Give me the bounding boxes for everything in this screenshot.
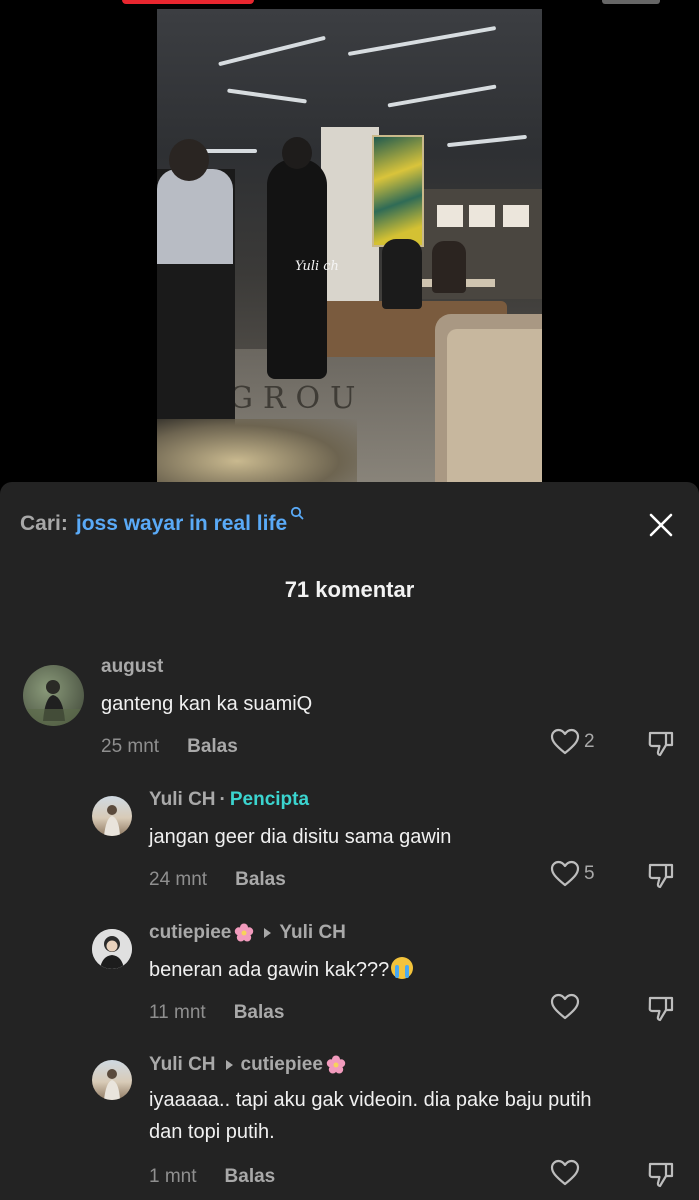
dislike-icon[interactable] bbox=[646, 728, 676, 758]
menu-board bbox=[469, 205, 495, 227]
comment-text-line: dan topi putih. bbox=[149, 1121, 275, 1143]
ceiling-light bbox=[387, 84, 497, 108]
reply-arrow-icon bbox=[264, 928, 272, 938]
reply-button[interactable]: Balas bbox=[234, 1002, 285, 1024]
comment-time: 25 mnt bbox=[101, 736, 160, 757]
reply-to-username[interactable]: Yuli CH bbox=[279, 922, 346, 944]
comment-meta: 24 mnt Balas bbox=[149, 869, 286, 891]
flower-emoji bbox=[326, 1055, 346, 1074]
comment-username-row: Yuli CH cutiepiee bbox=[149, 1054, 346, 1076]
comment-reply-item: Yuli CH cutiepiee iyaaaaa.. tapi aku gak… bbox=[0, 1052, 699, 1200]
comment-item: august ganteng kan ka suamiQ 25 mnt Bala… bbox=[0, 654, 699, 774]
foreground-food bbox=[157, 419, 357, 489]
heart-icon bbox=[550, 728, 580, 755]
flower-emoji bbox=[235, 923, 254, 942]
comment-reply-item: Yuli CH · Pencipta jangan geer dia disit… bbox=[0, 787, 699, 912]
avatar-figure-icon bbox=[104, 805, 120, 836]
comment-text: jangan geer dia disitu sama gawin bbox=[149, 826, 452, 848]
comments-sheet: Cari: joss wayar in real life 71 komenta… bbox=[0, 482, 699, 1200]
avatar[interactable] bbox=[92, 796, 132, 836]
video-frame[interactable]: GROU Yuli ch bbox=[157, 9, 542, 489]
dislike-icon[interactable] bbox=[646, 993, 676, 1023]
floor-text: GROU bbox=[229, 381, 366, 416]
comment-text: beneran ada gawin kak??? bbox=[149, 959, 390, 981]
separator-dot: · bbox=[219, 789, 226, 810]
comment-time: 24 mnt bbox=[149, 869, 208, 890]
like-button[interactable] bbox=[550, 1159, 580, 1187]
menu-board bbox=[437, 205, 463, 227]
like-count: 5 bbox=[584, 863, 595, 884]
like-button[interactable]: 5 bbox=[550, 860, 595, 888]
foreground-person-shirt bbox=[157, 169, 233, 264]
heart-icon bbox=[550, 993, 580, 1020]
avatar-figure-icon bbox=[104, 1069, 120, 1100]
comment-username[interactable]: Yuli CH bbox=[149, 1054, 216, 1076]
comment-reply-item: cutiepiee Yuli CH beneran ada gawin kak?… bbox=[0, 920, 699, 1045]
search-suggestion[interactable]: Cari: joss wayar in real life bbox=[20, 506, 304, 536]
comment-time: 1 mnt bbox=[149, 1166, 197, 1187]
creator-badge: Pencipta bbox=[229, 789, 310, 810]
comment-meta: 1 mnt Balas bbox=[149, 1166, 275, 1188]
comment-username-row: Yuli CH · Pencipta bbox=[149, 789, 309, 811]
comment-time: 11 mnt bbox=[149, 1002, 206, 1023]
video-area[interactable]: GROU Yuli ch bbox=[0, 0, 699, 500]
heart-icon bbox=[550, 1159, 580, 1186]
comment-meta: 11 mnt Balas bbox=[149, 1002, 284, 1024]
avatar-figure-icon bbox=[92, 929, 132, 969]
heart-icon bbox=[550, 860, 580, 887]
ceiling-light bbox=[447, 134, 527, 148]
ceiling-light bbox=[218, 35, 326, 67]
dislike-icon[interactable] bbox=[646, 1159, 676, 1189]
dislike-icon[interactable] bbox=[646, 860, 676, 890]
avatar-figure-icon bbox=[23, 680, 84, 726]
ceiling-light bbox=[347, 26, 497, 56]
reply-button[interactable]: Balas bbox=[235, 869, 286, 891]
seated-person bbox=[382, 239, 422, 309]
ceiling-light bbox=[227, 88, 307, 104]
reply-to-username[interactable]: cutiepiee bbox=[241, 1054, 323, 1076]
foreground-seat-cushion bbox=[447, 329, 542, 489]
comment-username[interactable]: august bbox=[101, 656, 163, 678]
reply-arrow-icon bbox=[225, 1060, 233, 1070]
foreground-person-head bbox=[169, 139, 209, 181]
avatar[interactable] bbox=[92, 929, 132, 969]
reply-button[interactable]: Balas bbox=[225, 1166, 276, 1188]
search-prefix: Cari: bbox=[20, 512, 68, 535]
like-button[interactable] bbox=[550, 993, 580, 1021]
comment-text: ganteng kan ka suamiQ bbox=[101, 693, 313, 715]
poster bbox=[372, 135, 424, 247]
close-icon[interactable] bbox=[646, 510, 676, 540]
reply-button[interactable]: Balas bbox=[187, 736, 238, 758]
search-icon bbox=[291, 506, 304, 520]
avatar[interactable] bbox=[23, 665, 84, 726]
comment-meta: 25 mnt Balas bbox=[101, 736, 238, 758]
seated-person bbox=[432, 241, 466, 293]
comment-username-row: cutiepiee Yuli CH bbox=[149, 922, 346, 944]
like-button[interactable]: 2 bbox=[550, 728, 595, 756]
video-watermark: Yuli ch bbox=[295, 259, 339, 274]
comment-username[interactable]: cutiepiee bbox=[149, 922, 231, 944]
like-count: 2 bbox=[584, 731, 595, 752]
avatar[interactable] bbox=[92, 1060, 132, 1100]
comment-count: 71 komentar bbox=[284, 577, 415, 602]
menu-board bbox=[503, 205, 529, 227]
search-query-link[interactable]: joss wayar in real life bbox=[76, 512, 287, 536]
status-indicator bbox=[602, 0, 660, 4]
crying-emoji bbox=[391, 957, 414, 979]
walking-person-head bbox=[282, 137, 312, 169]
comment-username[interactable]: Yuli CH bbox=[149, 789, 216, 811]
comment-text-line: iyaaaaa.. tapi aku gak videoin. dia pake… bbox=[149, 1089, 592, 1111]
progress-indicator bbox=[122, 0, 254, 4]
comment-text-row: beneran ada gawin kak??? bbox=[149, 954, 414, 986]
